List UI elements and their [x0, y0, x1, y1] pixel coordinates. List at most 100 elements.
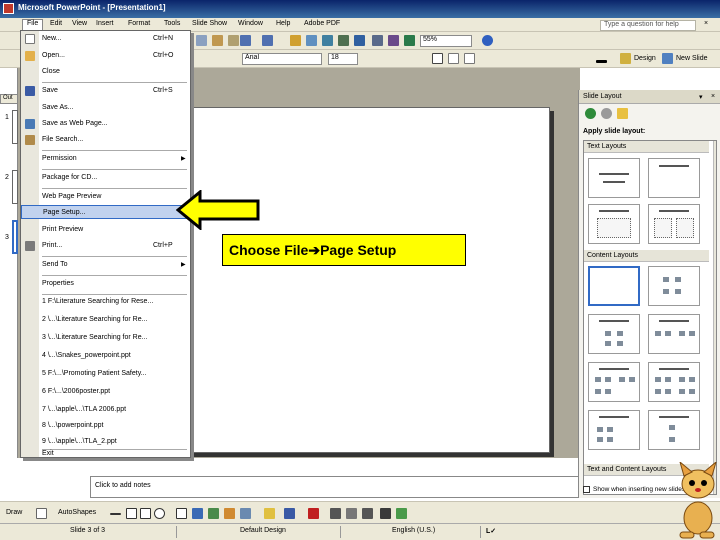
- recent-file-7[interactable]: 7 \...\apple\...\TLA 2006.ppt: [21, 403, 190, 417]
- menu-item-page-setup[interactable]: Page Setup...: [21, 205, 190, 219]
- layout-content[interactable]: [648, 266, 700, 306]
- oval-icon[interactable]: [154, 508, 165, 519]
- grid-icon[interactable]: [404, 35, 415, 46]
- menu-item-package-cd[interactable]: Package for CD...: [21, 171, 190, 185]
- forward-icon[interactable]: [601, 108, 612, 119]
- home-icon[interactable]: [617, 108, 628, 119]
- undo-icon[interactable]: [240, 35, 251, 46]
- dropdown-icon[interactable]: ▾: [699, 93, 703, 101]
- wordart-icon[interactable]: [192, 508, 203, 519]
- menu-item-new[interactable]: New... Ctrl+N: [21, 32, 190, 46]
- powerpoint-icon[interactable]: [3, 3, 14, 14]
- font-select[interactable]: Arial: [242, 53, 322, 65]
- line-icon[interactable]: [110, 513, 121, 515]
- menu-item-close[interactable]: Close: [21, 65, 190, 79]
- menu-slide-show[interactable]: Slide Show: [192, 20, 227, 27]
- notes-pane[interactable]: Click to add notes: [90, 476, 580, 498]
- rectangle-icon[interactable]: [140, 508, 151, 519]
- menu-item-file-search[interactable]: File Search...: [21, 133, 190, 147]
- layout-two-content[interactable]: [648, 314, 700, 354]
- insert-table-icon[interactable]: [306, 35, 317, 46]
- tab-outline[interactable]: Out: [0, 94, 18, 104]
- font-size-select[interactable]: 18: [328, 53, 358, 65]
- slide-thumbnail[interactable]: [12, 170, 18, 204]
- select-pointer-icon[interactable]: [36, 508, 47, 519]
- design-icon[interactable]: [620, 53, 631, 64]
- menu-edit[interactable]: Edit: [50, 20, 62, 27]
- new-slide-button[interactable]: New Slide: [676, 55, 708, 62]
- menu-item-send-to[interactable]: Send To ▶: [21, 258, 190, 272]
- menu-item-web-preview[interactable]: Web Page Preview: [21, 190, 190, 204]
- fill-color-icon[interactable]: [264, 508, 275, 519]
- 3d-style-icon[interactable]: [396, 508, 407, 519]
- align-left-icon[interactable]: [432, 53, 443, 64]
- layout-blank-selected[interactable]: [588, 266, 640, 306]
- text-box-icon[interactable]: [176, 508, 187, 519]
- hyperlink-icon[interactable]: [354, 35, 365, 46]
- menu-item-save-as[interactable]: Save As...: [21, 101, 190, 115]
- menu-adobe-pdf[interactable]: Adobe PDF: [304, 20, 340, 27]
- recent-file-5[interactable]: 5 F:\...\Promoting Patient Safety...: [21, 367, 190, 381]
- layout-four-content[interactable]: [648, 362, 700, 402]
- draw-menu[interactable]: Draw: [6, 509, 22, 516]
- menu-item-save-as-web[interactable]: Save as Web Page...: [21, 117, 190, 131]
- menu-view[interactable]: View: [72, 20, 87, 27]
- menu-item-open[interactable]: Open... Ctrl+O: [21, 49, 190, 63]
- layout-title-content-2[interactable]: [588, 362, 640, 402]
- autoshapes-menu[interactable]: AutoShapes: [58, 509, 96, 516]
- research-icon[interactable]: [196, 35, 207, 46]
- insert-picture-icon[interactable]: [338, 35, 349, 46]
- menu-item-permission[interactable]: Permission ▶: [21, 152, 190, 166]
- arrow-tool-icon[interactable]: [126, 508, 137, 519]
- recent-file-6[interactable]: 6 F:\...\2006poster.ppt: [21, 385, 190, 399]
- clip-art-icon[interactable]: [224, 508, 235, 519]
- picture-icon[interactable]: [240, 508, 251, 519]
- recent-file-8[interactable]: 8 \...\powerpoint.ppt: [21, 419, 190, 433]
- format-painter-icon[interactable]: [228, 35, 239, 46]
- close-window-icon[interactable]: ×: [704, 20, 708, 27]
- shadow-style-icon[interactable]: [380, 508, 391, 519]
- recent-file-3[interactable]: 3 \...\Literature Searching for Re...: [21, 331, 190, 345]
- menu-window[interactable]: Window: [238, 20, 263, 27]
- layout-title-content[interactable]: [588, 314, 640, 354]
- task-pane-scrollbar[interactable]: [713, 141, 716, 494]
- help-question-input[interactable]: Type a question for help: [600, 20, 696, 31]
- close-icon[interactable]: ×: [711, 93, 715, 100]
- menu-help[interactable]: Help: [276, 20, 290, 27]
- office-assistant-cat-icon[interactable]: [674, 462, 720, 540]
- align-center-icon[interactable]: [448, 53, 459, 64]
- align-right-icon[interactable]: [464, 53, 475, 64]
- menu-item-save[interactable]: Save Ctrl+S: [21, 84, 190, 98]
- design-button[interactable]: Design: [634, 55, 656, 62]
- recent-file-9[interactable]: 9 \...\apple\...\TLA_2.ppt: [21, 435, 190, 449]
- expand-all-icon[interactable]: [372, 35, 383, 46]
- show-formatting-icon[interactable]: [388, 35, 399, 46]
- new-slide-icon[interactable]: [662, 53, 673, 64]
- layout-content-stack[interactable]: [648, 410, 700, 450]
- recent-file-4[interactable]: 4 \...\Snakes_powerpoint.ppt: [21, 349, 190, 363]
- redo-icon[interactable]: [262, 35, 273, 46]
- tables-borders-icon[interactable]: [322, 35, 333, 46]
- dash-style-icon[interactable]: [346, 508, 357, 519]
- slide-thumbnail-selected[interactable]: [12, 220, 18, 254]
- line-style-icon[interactable]: [330, 508, 341, 519]
- menu-format[interactable]: Format: [128, 20, 150, 27]
- show-when-inserting-checkbox[interactable]: [583, 486, 590, 493]
- layout-title-only[interactable]: [648, 158, 700, 198]
- insert-chart-icon[interactable]: [290, 35, 301, 46]
- menu-item-print-preview[interactable]: Print Preview: [21, 223, 190, 237]
- layout-title-slide[interactable]: [588, 158, 640, 198]
- recent-file-1[interactable]: 1 F:\Literature Searching for Rese...: [21, 295, 190, 309]
- menu-insert[interactable]: Insert: [96, 20, 114, 27]
- help-icon[interactable]: [482, 35, 493, 46]
- back-icon[interactable]: [585, 108, 596, 119]
- font-color-draw-icon[interactable]: [308, 508, 319, 519]
- task-pane-title[interactable]: Slide Layout: [583, 93, 622, 100]
- menu-tools[interactable]: Tools: [164, 20, 180, 27]
- menu-item-print[interactable]: Print... Ctrl+P: [21, 239, 190, 253]
- font-color-icon[interactable]: [596, 60, 607, 63]
- arrow-style-icon[interactable]: [362, 508, 373, 519]
- diagram-icon[interactable]: [208, 508, 219, 519]
- recent-file-2[interactable]: 2 \...\Literature Searching for Re...: [21, 313, 190, 327]
- slide-thumbnail[interactable]: [12, 110, 18, 144]
